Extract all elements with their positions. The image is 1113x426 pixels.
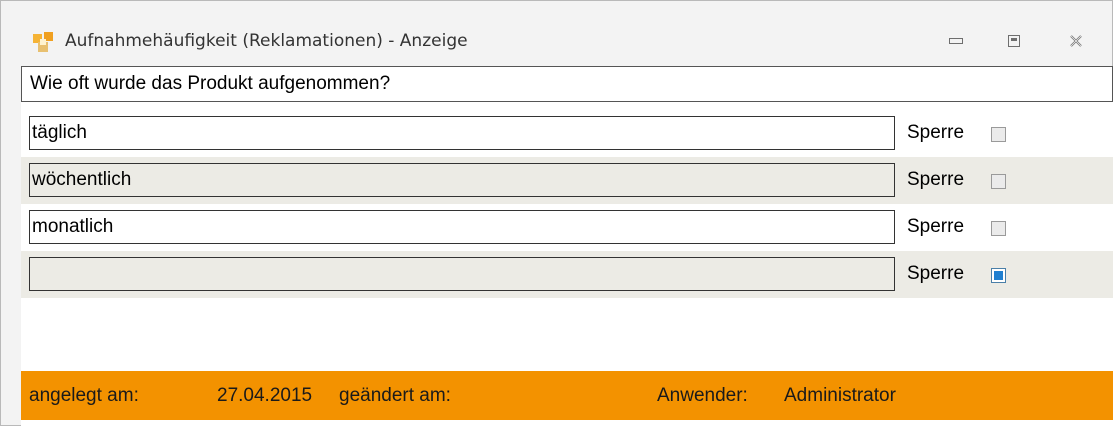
option-row: monatlich Sperre [21,204,1113,251]
option-field-empty[interactable] [29,257,895,291]
window: Aufnahmehäufigkeit (Reklamationen) - Anz… [0,0,1113,426]
option-row: wöchentlich Sperre [21,157,1113,204]
maximize-icon [1008,35,1020,47]
minimize-button[interactable] [941,29,971,53]
lock-checkbox[interactable] [991,174,1006,189]
lock-checkbox[interactable] [991,221,1006,236]
status-footer: angelegt am: 27.04.2015 geändert am: Anw… [21,371,1113,420]
user-label: Anwender: [657,385,748,406]
lock-label: Sperre [907,122,965,143]
option-row: Sperre [21,251,1113,298]
close-icon [1070,35,1082,47]
option-field-monthly[interactable]: monatlich [29,210,895,244]
option-field-daily[interactable]: täglich [29,116,895,150]
app-icon [33,32,53,52]
lock-label: Sperre [907,216,965,237]
question-text: Wie oft wurde das Produkt aufgenommen? [30,73,391,94]
minimize-icon [949,38,963,44]
title-bar[interactable]: Aufnahmehäufigkeit (Reklamationen) - Anz… [1,1,1112,65]
lock-checkbox[interactable] [991,127,1006,142]
option-row: täglich Sperre [21,110,1113,157]
lock-label: Sperre [907,169,965,190]
changed-label: geändert am: [339,385,451,406]
content-area: Wie oft wurde das Produkt aufgenommen? t… [21,66,1113,426]
option-field-weekly[interactable]: wöchentlich [29,163,895,197]
created-label: angelegt am: [29,385,139,406]
close-button[interactable] [1061,29,1091,53]
user-value: Administrator [784,385,896,406]
maximize-button[interactable] [999,29,1029,53]
created-date: 27.04.2015 [217,385,313,406]
window-title: Aufnahmehäufigkeit (Reklamationen) - Anz… [65,31,468,51]
lock-label: Sperre [907,263,965,284]
question-header: Wie oft wurde das Produkt aufgenommen? [21,66,1113,102]
lock-checkbox-checked[interactable] [991,268,1006,283]
